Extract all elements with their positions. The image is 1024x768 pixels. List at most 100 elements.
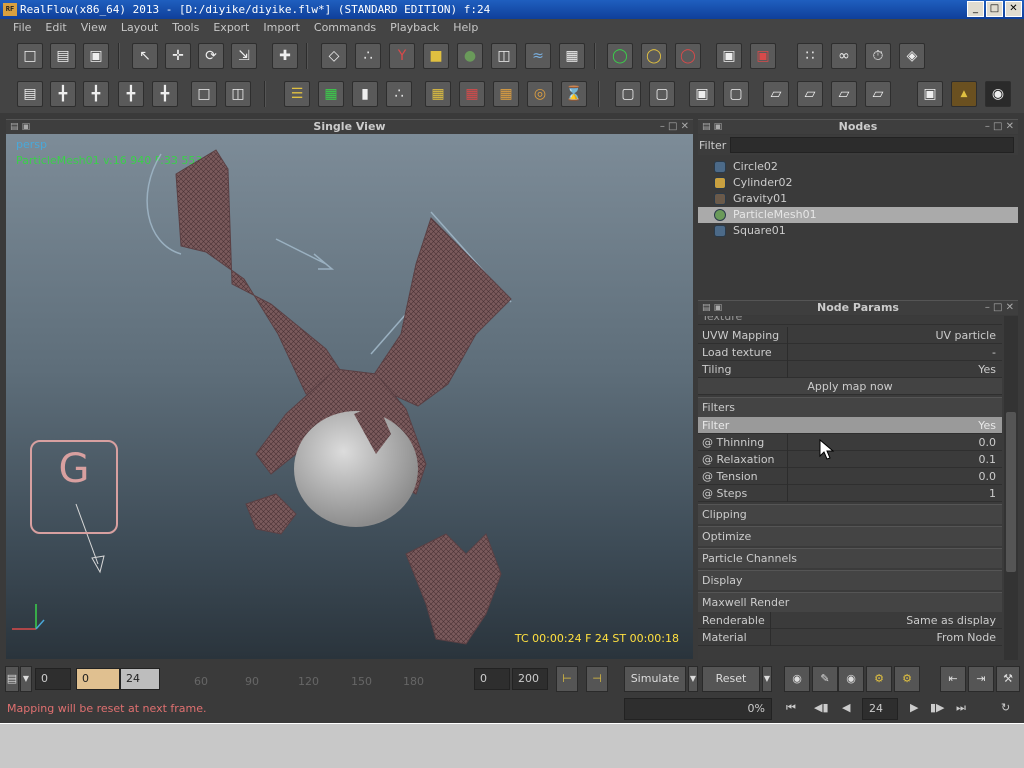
params-scrollbar[interactable] — [1004, 316, 1018, 660]
add-daemon-icon[interactable]: ∴ — [355, 43, 381, 69]
fire-plugin-icon[interactable]: ▲ — [951, 81, 977, 107]
simulate-dropdown-icon[interactable]: ▼ — [688, 666, 698, 692]
stopwatch-icon[interactable]: ⏱ — [865, 43, 891, 69]
section-clipping[interactable]: Clipping — [698, 504, 1002, 524]
render-settings-icon[interactable]: ▣ — [917, 81, 943, 107]
panel-window-controls[interactable]: – □ ✕ — [985, 120, 1014, 134]
eye-icon[interactable]: ◉ — [838, 666, 864, 692]
param-tiling[interactable]: Tiling Yes — [698, 361, 1002, 378]
loop-icon[interactable]: ↻ — [1001, 701, 1010, 714]
filter-input[interactable] — [730, 137, 1014, 153]
jump-start-icon[interactable]: ⇤ — [940, 666, 966, 692]
add-realwave-icon[interactable]: ▦ — [559, 43, 585, 69]
add-emitter-icon[interactable]: ◇ — [321, 43, 347, 69]
param-value[interactable]: 0.1 — [979, 451, 997, 468]
param-value[interactable]: Yes — [978, 361, 996, 378]
jump-end-icon[interactable]: ⇥ — [968, 666, 994, 692]
range-start-field[interactable]: 0 — [474, 668, 510, 690]
menu-file[interactable]: File — [6, 19, 38, 37]
wrench-icon[interactable]: ⚒ — [996, 666, 1020, 692]
panel-grip-icon[interactable]: ▤ ▣ — [702, 301, 722, 315]
batch-icon[interactable]: ∷ — [797, 43, 823, 69]
scrollbar-thumb[interactable] — [1006, 412, 1016, 572]
close-button[interactable]: ✕ — [1005, 1, 1022, 17]
menu-import[interactable]: Import — [256, 19, 307, 37]
menu-edit[interactable]: Edit — [38, 19, 73, 37]
record-icon[interactable]: ◉ — [784, 666, 810, 692]
link-node-icon[interactable]: ╋ — [118, 81, 144, 107]
cube-dotted-icon[interactable]: ▢ — [615, 81, 641, 107]
remove-node-icon[interactable]: ╋ — [83, 81, 109, 107]
add-camera-icon[interactable]: ◫ — [491, 43, 517, 69]
link-icon[interactable]: ∞ — [831, 43, 857, 69]
gravity-daemon-icon[interactable]: G — [30, 440, 118, 534]
yellow-status-icon[interactable]: ◯ — [641, 43, 667, 69]
param-renderable[interactable]: Renderable Same as display — [698, 612, 1002, 629]
open-scene-icon[interactable]: ▤ — [50, 43, 76, 69]
param-value[interactable]: 0.0 — [979, 434, 997, 451]
ruler-icon[interactable]: ▮ — [352, 81, 378, 107]
layers-icon[interactable]: ▤ — [17, 81, 43, 107]
section-display[interactable]: Display — [698, 570, 1002, 590]
cube-side-icon[interactable]: ▱ — [797, 81, 823, 107]
timeline-playhead[interactable]: 0 — [76, 668, 120, 690]
param-value[interactable]: - — [992, 344, 996, 361]
node-item-cylinder02[interactable]: Cylinder02 — [698, 175, 1018, 191]
wire-view-icon[interactable]: ▦ — [459, 81, 485, 107]
gear-settings-icon[interactable]: ⚙ — [894, 666, 920, 692]
add-wave-icon[interactable]: ≈ — [525, 43, 551, 69]
param-value[interactable]: Yes — [978, 417, 996, 434]
param-value[interactable]: Same as display — [906, 612, 996, 629]
green-status-icon[interactable]: ◯ — [607, 43, 633, 69]
menu-help[interactable]: Help — [446, 19, 485, 37]
section-filters[interactable]: Filters — [698, 397, 1002, 417]
param-value[interactable]: 0.0 — [979, 468, 997, 485]
node-item-circle02[interactable]: Circle02 — [698, 159, 1018, 175]
rotate-tool-icon[interactable]: ⟳ — [198, 43, 224, 69]
move-tool-icon[interactable]: ✛ — [165, 43, 191, 69]
shaded-view-icon[interactable]: ▦ — [425, 81, 451, 107]
minimize-button[interactable]: _ — [967, 1, 984, 17]
add-force-icon[interactable]: Y — [389, 43, 415, 69]
textured-view-icon[interactable]: ▦ — [493, 81, 519, 107]
gear-icon[interactable]: ⚙ — [866, 666, 892, 692]
select-tool-icon[interactable]: ↖ — [132, 43, 158, 69]
add-object-icon[interactable]: ■ — [423, 43, 449, 69]
edit-icon[interactable]: ✎ — [812, 666, 838, 692]
timeline-dropdown-icon[interactable]: ▼ — [20, 666, 32, 692]
playback-frame-field[interactable]: 24 — [862, 698, 898, 720]
cube-top-icon[interactable]: ▱ — [831, 81, 857, 107]
export-cache-icon[interactable]: ▣ — [750, 43, 776, 69]
menu-export[interactable]: Export — [206, 19, 256, 37]
panel-grip-icon[interactable]: ▤ ▣ — [10, 120, 30, 134]
param-value[interactable]: From Node — [937, 629, 996, 646]
menu-layout[interactable]: Layout — [114, 19, 165, 37]
section-maxwell-render[interactable]: Maxwell Render — [698, 592, 1002, 612]
3d-viewport[interactable]: persp ParticleMesh01 v:16 940 F:33 553 G… — [6, 134, 693, 659]
range-set-start-icon[interactable]: ⊢ — [556, 666, 578, 692]
prev-key-icon[interactable]: ◀▮ — [814, 701, 829, 714]
maximize-button[interactable]: □ — [986, 1, 1003, 17]
cube-front-icon[interactable]: ▱ — [763, 81, 789, 107]
render-preview-icon[interactable]: ◉ — [985, 81, 1011, 107]
param-steps[interactable]: @ Steps 1 — [698, 485, 1002, 502]
menu-view[interactable]: View — [74, 19, 114, 37]
section-particle-channels[interactable]: Particle Channels — [698, 548, 1002, 568]
param-value[interactable]: UV particle — [935, 327, 996, 344]
target-view-icon[interactable]: ◎ — [527, 81, 553, 107]
menu-playback[interactable]: Playback — [383, 19, 446, 37]
node-item-particlemesh01[interactable]: ParticleMesh01 — [698, 207, 1018, 223]
param-load-texture[interactable]: Load texture - — [698, 344, 1002, 361]
node-item-gravity01[interactable]: Gravity01 — [698, 191, 1018, 207]
play-icon[interactable]: ▶ — [910, 701, 918, 714]
hourglass-icon[interactable]: ⌛ — [561, 81, 587, 107]
particles-icon[interactable]: ∴ — [386, 81, 412, 107]
simulate-button[interactable]: Simulate — [624, 666, 686, 692]
range-set-end-icon[interactable]: ⊣ — [586, 666, 608, 692]
param-uvw-mapping[interactable]: UVW Mapping UV particle — [698, 327, 1002, 344]
reset-dropdown-icon[interactable]: ▼ — [762, 666, 772, 692]
export-save-icon[interactable]: ▣ — [716, 43, 742, 69]
scale-tool-icon[interactable]: ⇲ — [231, 43, 257, 69]
param-tension[interactable]: @ Tension 0.0 — [698, 468, 1002, 485]
unlink-node-icon[interactable]: ╋ — [152, 81, 178, 107]
